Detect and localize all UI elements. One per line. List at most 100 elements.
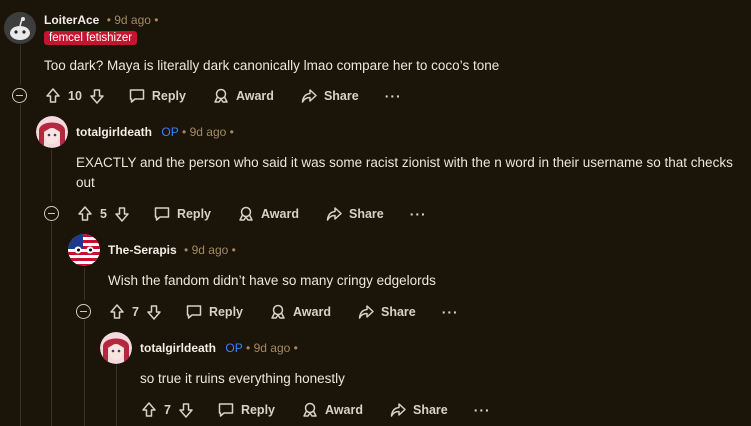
vote-controls: 5 <box>76 205 131 223</box>
share-button[interactable]: Share <box>325 205 384 223</box>
comment-body: so true it ruins everything honestly <box>140 371 345 386</box>
separator: • <box>246 341 251 355</box>
timestamp[interactable]: 9d ago <box>190 125 227 139</box>
comment-actions: 10 Reply Award Share ··· <box>44 84 428 108</box>
author-name[interactable]: The-Serapis <box>108 243 177 257</box>
comment-body: Wish the fandom didn’t have so many crin… <box>108 273 436 288</box>
comment-body: Too dark? Maya is literally dark canonic… <box>44 58 500 73</box>
share-icon <box>300 87 318 105</box>
share-label: Share <box>323 89 359 103</box>
vote-controls: 7 <box>108 303 163 321</box>
timestamp[interactable]: 9d ago <box>114 13 151 27</box>
user-flair: femcel fetishizer <box>44 31 138 45</box>
collapse-button[interactable] <box>76 304 91 319</box>
op-badge: OP <box>161 125 179 139</box>
vote-controls: 10 <box>44 87 106 105</box>
reply-button[interactable]: Reply <box>128 87 186 105</box>
comment-author[interactable]: totalgirldeath OP • 9d ago • <box>140 341 298 355</box>
author-name[interactable]: totalgirldeath <box>140 341 216 355</box>
separator: • <box>229 125 234 139</box>
reply-button[interactable]: Reply <box>153 205 211 223</box>
separator: • <box>184 243 189 257</box>
reply-button[interactable]: Reply <box>185 303 243 321</box>
comment-actions: 7 Reply Award Share ··· <box>140 398 517 422</box>
downvote-icon[interactable] <box>113 205 131 223</box>
more-options-button[interactable]: ··· <box>410 206 427 222</box>
separator: • <box>106 13 111 27</box>
separator: • <box>182 125 187 139</box>
separator: • <box>154 13 159 27</box>
reply-icon <box>153 205 171 223</box>
share-icon <box>357 303 375 321</box>
avatar[interactable] <box>100 332 132 364</box>
reply-icon <box>185 303 203 321</box>
award-icon <box>269 303 287 321</box>
vote-score: 5 <box>100 207 107 221</box>
reply-label: Reply <box>151 89 186 103</box>
comment-author[interactable]: totalgirldeath OP • 9d ago • <box>76 125 234 139</box>
reply-label: Reply <box>240 403 275 417</box>
share-icon <box>325 205 343 223</box>
more-options-button[interactable]: ··· <box>442 304 459 320</box>
thread-line <box>116 365 117 426</box>
award-icon <box>301 401 319 419</box>
share-label: Share <box>348 207 384 221</box>
thread-line <box>51 150 52 202</box>
downvote-icon[interactable] <box>145 303 163 321</box>
author-name[interactable]: totalgirldeath <box>76 125 152 139</box>
thread-line <box>84 268 85 300</box>
thread-line <box>51 222 52 426</box>
vote-score: 10 <box>68 89 82 103</box>
author-name[interactable]: LoiterAce <box>44 13 99 27</box>
avatar[interactable] <box>68 234 100 266</box>
avatar[interactable] <box>36 116 68 148</box>
award-button[interactable]: Award <box>269 303 331 321</box>
award-icon <box>237 205 255 223</box>
comment-author[interactable]: LoiterAce • 9d ago • <box>44 13 159 27</box>
vote-score: 7 <box>164 403 171 417</box>
comment-body: EXACTLY and the person who said it was s… <box>76 155 733 190</box>
share-label: Share <box>412 403 448 417</box>
thread-line <box>20 104 21 426</box>
reply-icon <box>217 401 235 419</box>
comment-actions: 5 Reply Award Share ··· <box>76 202 453 226</box>
award-label: Award <box>235 89 274 103</box>
upvote-icon[interactable] <box>140 401 158 419</box>
thread-line <box>84 320 85 426</box>
comment-actions: 7 Reply Award Share ··· <box>108 300 485 324</box>
vote-controls: 7 <box>140 401 195 419</box>
award-label: Award <box>325 403 363 417</box>
timestamp[interactable]: 9d ago <box>254 341 291 355</box>
separator: • <box>293 341 298 355</box>
collapse-button[interactable] <box>44 206 59 221</box>
award-button[interactable]: Award <box>212 87 274 105</box>
comment-author[interactable]: The-Serapis • 9d ago • <box>108 243 236 257</box>
downvote-icon[interactable] <box>88 87 106 105</box>
share-button[interactable]: Share <box>300 87 359 105</box>
award-button[interactable]: Award <box>301 401 363 419</box>
collapse-button[interactable] <box>12 88 27 103</box>
upvote-icon[interactable] <box>44 87 62 105</box>
separator: • <box>231 243 236 257</box>
award-label: Award <box>261 207 299 221</box>
more-options-button[interactable]: ··· <box>385 88 402 104</box>
timestamp[interactable]: 9d ago <box>192 243 229 257</box>
upvote-icon[interactable] <box>108 303 126 321</box>
share-icon <box>389 401 407 419</box>
avatar[interactable] <box>4 12 36 44</box>
share-button[interactable]: Share <box>389 401 448 419</box>
thread-line <box>20 45 21 85</box>
award-icon <box>212 87 230 105</box>
vote-score: 7 <box>132 305 139 319</box>
downvote-icon[interactable] <box>177 401 195 419</box>
reply-button[interactable]: Reply <box>217 401 275 419</box>
reply-label: Reply <box>176 207 211 221</box>
award-button[interactable]: Award <box>237 205 299 223</box>
more-options-button[interactable]: ··· <box>474 402 491 418</box>
upvote-icon[interactable] <box>76 205 94 223</box>
op-badge: OP <box>225 341 243 355</box>
award-label: Award <box>293 305 331 319</box>
reply-label: Reply <box>208 305 243 319</box>
share-button[interactable]: Share <box>357 303 416 321</box>
reply-icon <box>128 87 146 105</box>
